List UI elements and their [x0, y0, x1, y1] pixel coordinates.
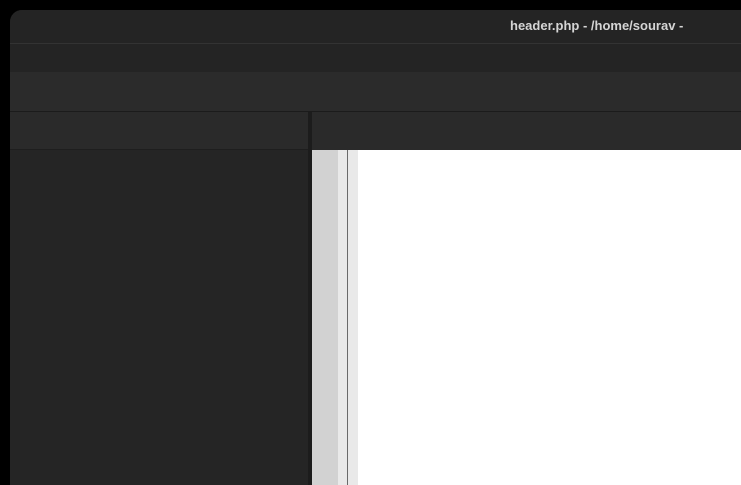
toolbar: [10, 72, 741, 112]
code-area: [312, 150, 741, 485]
titlebar[interactable]: header.php - /home/sourav -: [10, 10, 741, 44]
editor-surface[interactable]: [358, 150, 741, 485]
documents-tree: [10, 150, 308, 485]
sidebar: [10, 112, 308, 485]
main-area: [10, 112, 741, 485]
menubar: [10, 44, 741, 72]
geany-window: header.php - /home/sourav -: [10, 10, 741, 485]
fold-margin: [338, 150, 358, 485]
editor-tabbar: [312, 112, 741, 150]
sidebar-tabbar: [10, 112, 308, 150]
editor-panel: [312, 112, 741, 485]
window-title: header.php - /home/sourav -: [510, 18, 683, 33]
fold-line: [347, 150, 348, 485]
line-number-gutter: [312, 150, 338, 485]
